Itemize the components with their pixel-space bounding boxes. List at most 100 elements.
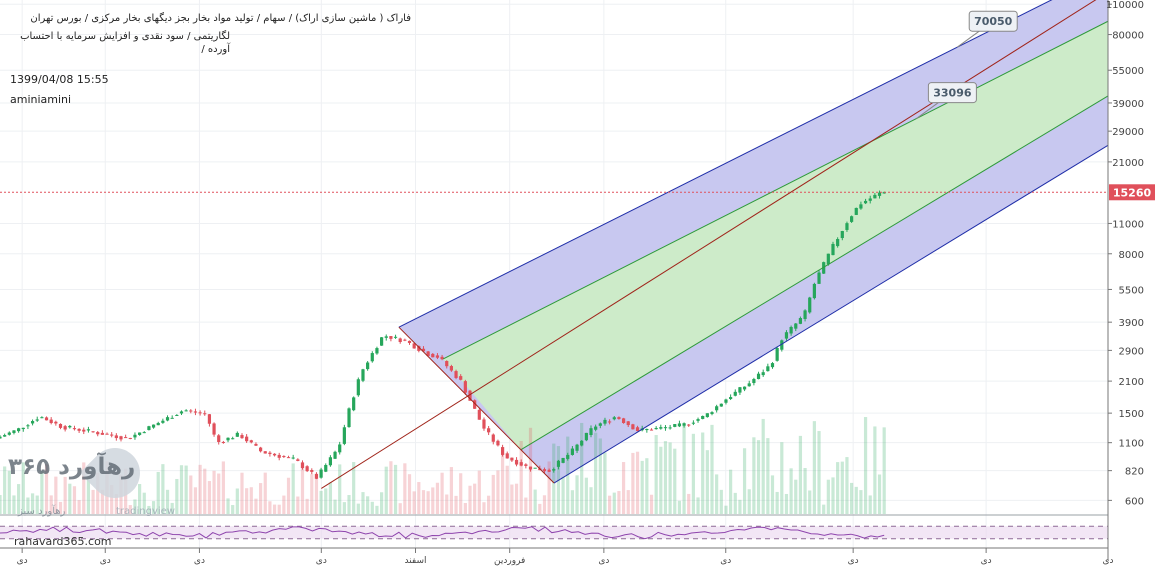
- candle: [789, 326, 793, 334]
- candle: [26, 425, 30, 427]
- candle: [584, 432, 588, 441]
- volume-bar: [603, 452, 607, 514]
- price-tick-label: 55000: [1112, 66, 1144, 77]
- volume-bar: [519, 440, 523, 514]
- candle: [49, 419, 53, 424]
- volume-bar: [449, 467, 453, 514]
- volume-bar: [701, 432, 705, 514]
- candle: [756, 373, 761, 380]
- candle: [235, 432, 239, 437]
- volume-bar: [245, 488, 249, 514]
- candle: [347, 408, 351, 428]
- candle: [626, 421, 630, 426]
- candle: [510, 457, 514, 461]
- candle: [114, 435, 118, 439]
- volume-bar: [240, 472, 244, 514]
- candle: [212, 423, 216, 435]
- candle: [589, 428, 593, 436]
- volume-bar: [752, 437, 756, 514]
- candle: [384, 336, 388, 338]
- candle: [868, 198, 872, 201]
- volume-bar: [817, 431, 821, 514]
- candle: [654, 427, 658, 430]
- volume-bar: [440, 472, 444, 514]
- candle: [184, 410, 188, 412]
- volume-bar: [379, 492, 384, 514]
- volume-bar: [310, 474, 314, 514]
- price-tick-label: 600: [1125, 496, 1144, 507]
- candle: [719, 403, 723, 407]
- price-tick-label: 2100: [1119, 377, 1144, 388]
- volume-bar: [631, 452, 635, 514]
- candle: [682, 423, 686, 426]
- volume-bar: [477, 470, 481, 514]
- volume-bar: [663, 441, 668, 514]
- inner-band: [443, 21, 1108, 450]
- candle: [30, 421, 35, 424]
- candle: [240, 435, 244, 439]
- candle: [742, 386, 747, 390]
- candle: [752, 379, 756, 384]
- candle: [231, 438, 235, 440]
- site-link[interactable]: rahavard365.com: [14, 535, 112, 548]
- volume-bar: [435, 482, 440, 514]
- candle: [17, 428, 21, 432]
- candle: [407, 340, 412, 343]
- volume-bar: [742, 448, 747, 514]
- candle: [691, 422, 695, 424]
- candle: [770, 363, 775, 368]
- candle: [566, 454, 570, 459]
- candle: [505, 453, 509, 459]
- price-tick-label: 29000: [1112, 127, 1144, 138]
- volume-bar: [747, 489, 751, 514]
- candle: [621, 418, 626, 424]
- volume-bar: [696, 497, 700, 514]
- volume-bar: [798, 435, 803, 514]
- volume-bar: [412, 491, 416, 514]
- candle: [705, 413, 709, 418]
- candle: [859, 204, 863, 209]
- time-tick-label: دی: [17, 556, 28, 566]
- volume-bar: [626, 490, 630, 514]
- logo-text: رهآورد ۳۶۵: [8, 454, 136, 480]
- candle: [482, 419, 486, 429]
- candle: [110, 434, 114, 436]
- last-price-label: 15260: [1113, 186, 1152, 199]
- volume-bar: [640, 460, 644, 514]
- price-chart[interactable]: 600 820 1100 1500 2100 2900 3900 5500 8000 11000 1…: [0, 0, 1156, 572]
- volume-bar: [277, 504, 281, 514]
- time-tick-label: دی: [720, 556, 731, 566]
- volume-bar: [505, 465, 509, 514]
- candle: [193, 411, 198, 413]
- volume-bar: [524, 497, 528, 514]
- rsi-panel: [0, 514, 1108, 540]
- candle: [319, 469, 323, 478]
- candle: [812, 283, 816, 299]
- volume-bar: [538, 503, 542, 514]
- volume-bar: [426, 491, 430, 514]
- candle: [77, 428, 81, 431]
- time-tick-label: دی: [598, 556, 609, 566]
- volume-bar: [193, 487, 198, 514]
- volume-bar: [375, 505, 379, 514]
- candle: [552, 469, 556, 471]
- pitchfork-bands: [398, 0, 1108, 484]
- candle: [784, 332, 789, 339]
- candle: [142, 432, 146, 434]
- volume-bar: [473, 483, 477, 514]
- candle: [403, 339, 407, 341]
- price-tick-label: 1100: [1119, 439, 1144, 450]
- volume-bar: [431, 487, 435, 514]
- rahavard-logo: رهآورد ۳۶۵ رهآورد سبز tradingview: [8, 437, 175, 528]
- volume-bar: [496, 470, 500, 514]
- volume-bar: [254, 498, 258, 514]
- candle: [221, 442, 225, 444]
- candle: [203, 413, 207, 415]
- candle: [454, 371, 458, 378]
- volume-bar: [575, 475, 579, 514]
- volume-bar: [794, 479, 798, 514]
- time-tick-label: دی: [848, 556, 859, 566]
- volume-bar: [272, 504, 277, 514]
- volume-bar: [249, 487, 253, 514]
- candle: [352, 397, 356, 411]
